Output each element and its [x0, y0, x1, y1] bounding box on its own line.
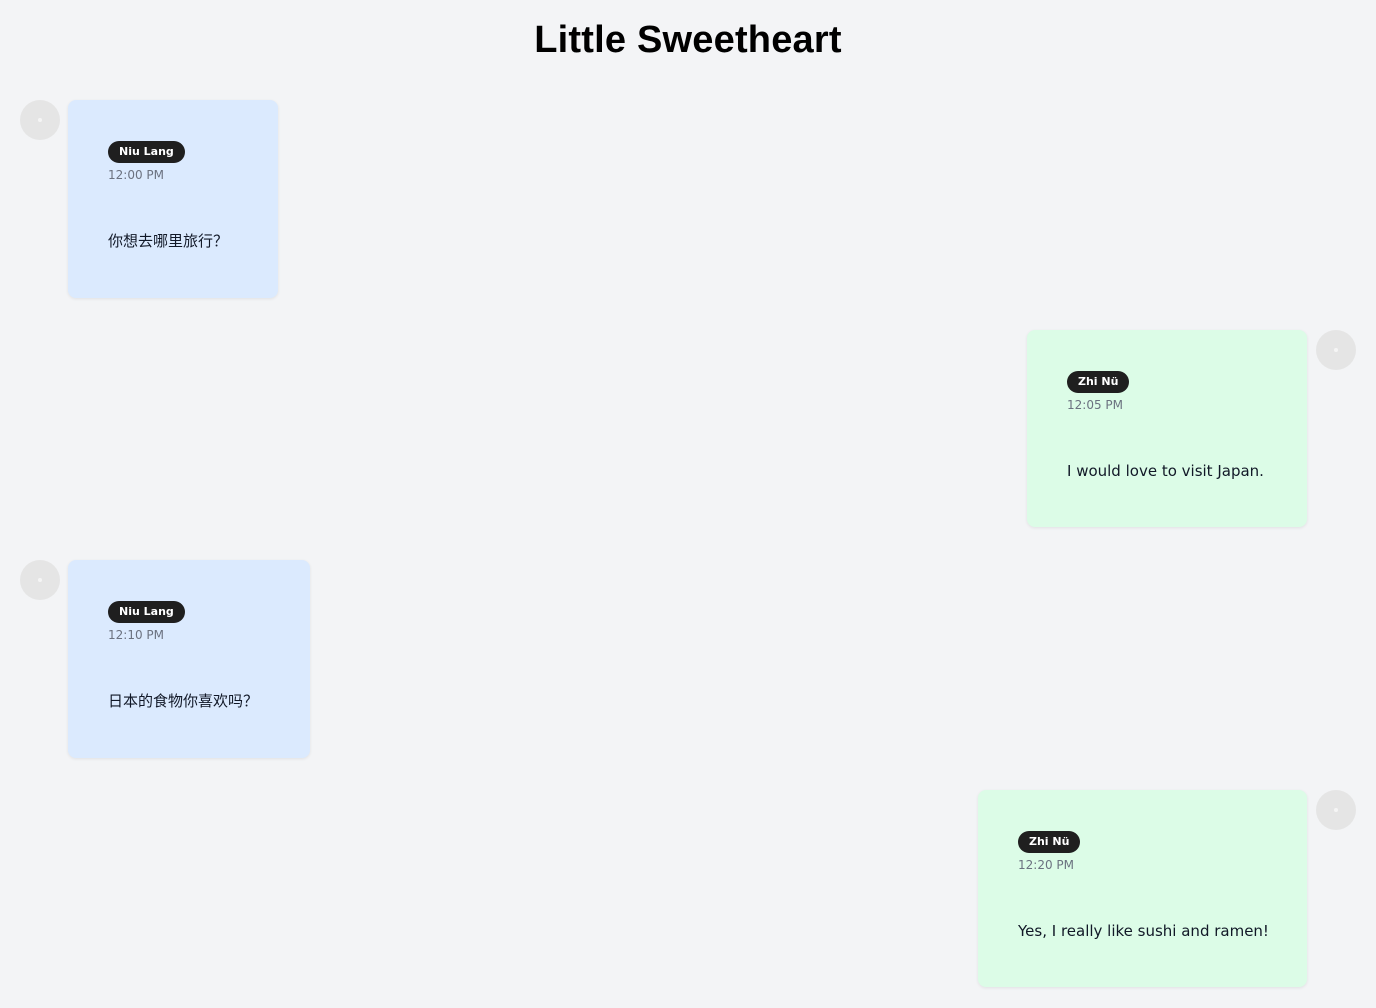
- message-timestamp: 12:10 PM: [108, 628, 164, 642]
- message-bubble: Niu Lang 12:10 PM 日本的食物你喜欢吗？: [68, 560, 310, 758]
- avatar-placeholder-icon: [1334, 348, 1338, 352]
- sender-badge: Zhi Nü: [1067, 371, 1130, 393]
- message-bubble: Zhi Nü 12:05 PM I would love to visit Ja…: [1027, 330, 1307, 527]
- message-bubble: Niu Lang 12:00 PM 你想去哪里旅行？: [68, 100, 278, 298]
- avatar: [20, 560, 60, 600]
- avatar-placeholder-icon: [38, 118, 42, 122]
- message-timestamp: 12:20 PM: [1018, 858, 1074, 872]
- sender-badge: Niu Lang: [108, 141, 185, 163]
- message-text: 日本的食物你喜欢吗？: [108, 692, 259, 710]
- sender-badge: Zhi Nü: [1018, 831, 1081, 853]
- avatar-placeholder-icon: [1334, 808, 1338, 812]
- message-bubble: Zhi Nü 12:20 PM Yes, I really like sushi…: [978, 790, 1307, 987]
- avatar: [20, 100, 60, 140]
- chat-page: Little Sweetheart Niu Lang 12:00 PM 你想去哪…: [0, 0, 1376, 1008]
- message-text: Yes, I really like sushi and ramen!: [1018, 922, 1269, 940]
- sender-badge: Niu Lang: [108, 601, 185, 623]
- message-text: 你想去哪里旅行？: [108, 232, 229, 250]
- avatar: [1316, 790, 1356, 830]
- avatar: [1316, 330, 1356, 370]
- message-timestamp: 12:05 PM: [1067, 398, 1123, 412]
- avatar-placeholder-icon: [38, 578, 42, 582]
- message-text: I would love to visit Japan.: [1067, 462, 1264, 480]
- page-title: Little Sweetheart: [534, 19, 842, 61]
- message-timestamp: 12:00 PM: [108, 168, 164, 182]
